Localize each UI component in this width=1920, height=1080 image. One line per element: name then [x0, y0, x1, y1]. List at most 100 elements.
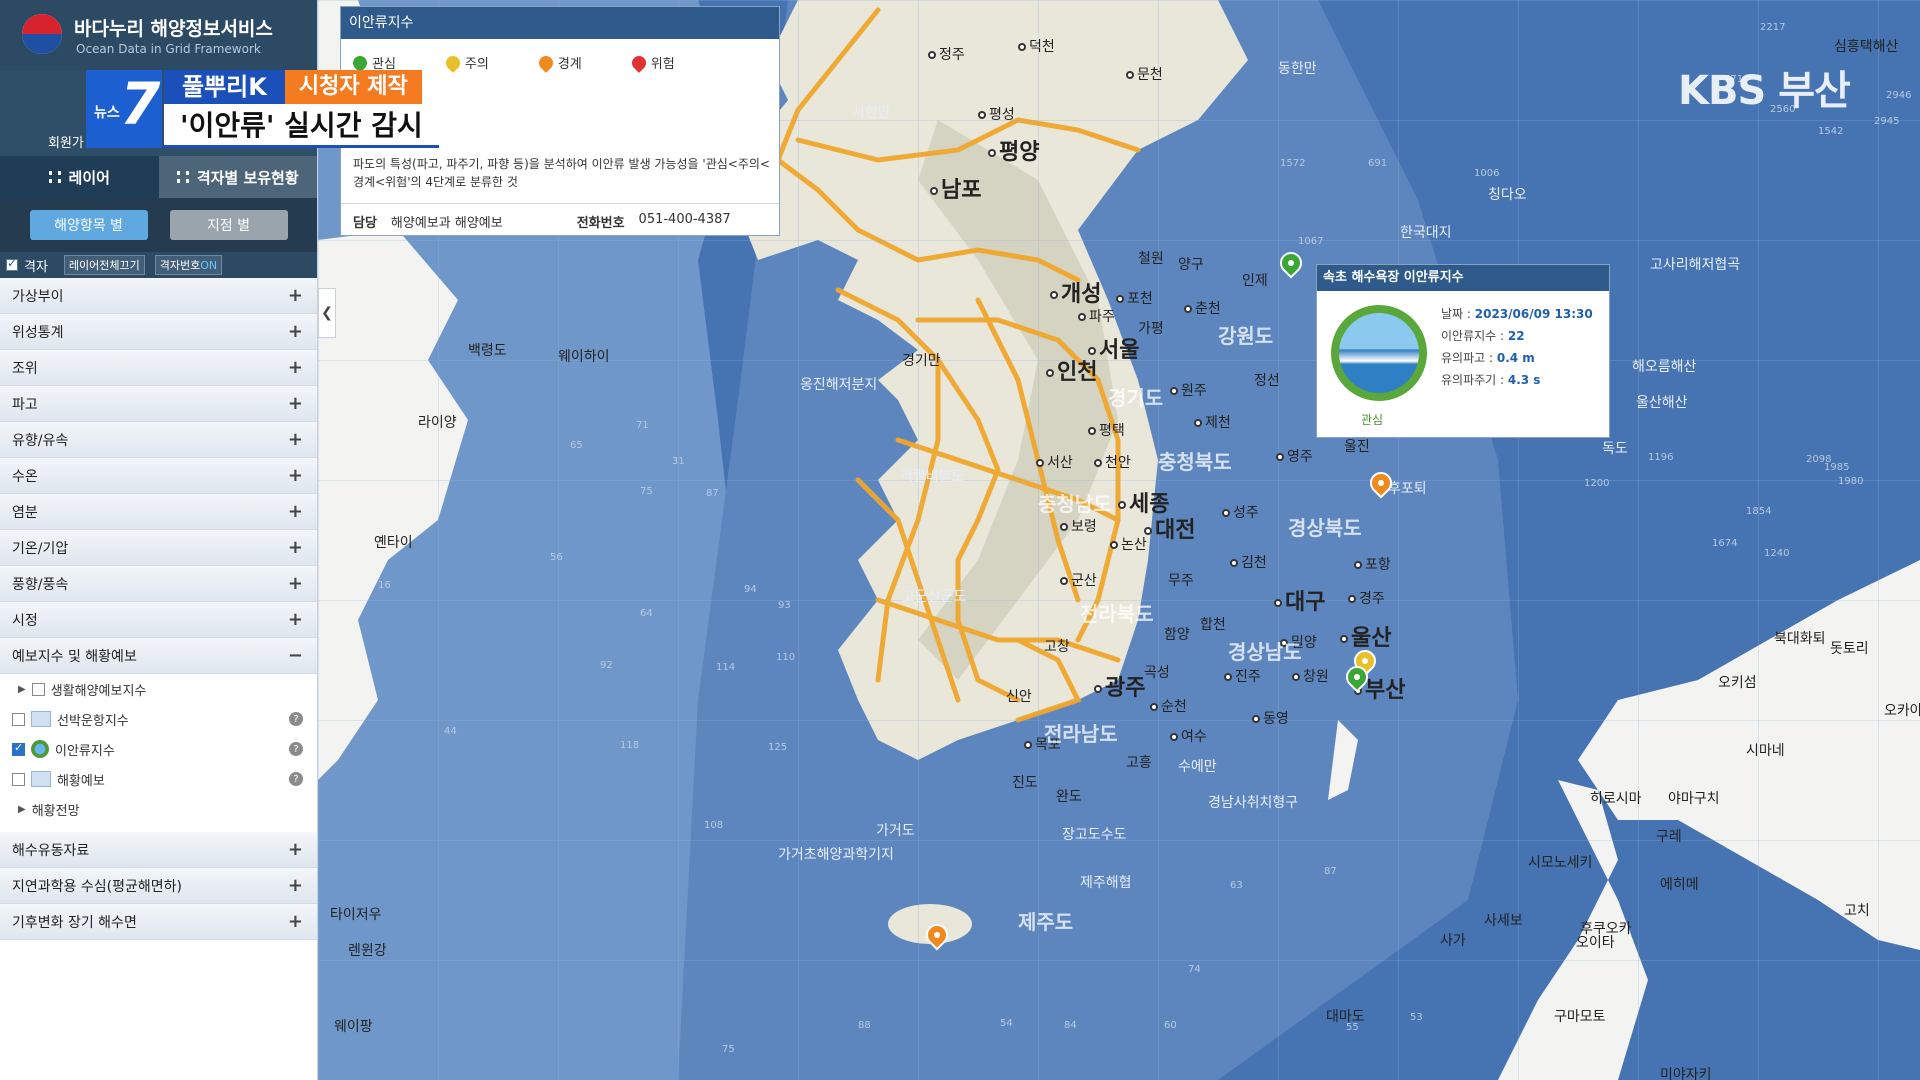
map-place-name: 시마네: [1746, 743, 1785, 759]
popup-date-label: 날짜 :: [1441, 307, 1475, 321]
map-place-label: 철원: [1138, 248, 1164, 268]
forecast-layer-item[interactable]: ▶ 해황전망: [0, 794, 317, 824]
layer-category[interactable]: 시정 +: [0, 602, 317, 638]
layer-category[interactable]: 풍향/풍속 +: [0, 566, 317, 602]
layer-category-label: 지연과학용 수심(평균해면하): [12, 878, 182, 895]
map-place-label: 고치: [1844, 900, 1870, 920]
map-place-label: 남포: [930, 172, 981, 204]
collapse-sidebar-button[interactable]: ❮: [318, 288, 336, 338]
map-place-name: 여수: [1181, 729, 1207, 745]
help-icon[interactable]: ?: [289, 712, 303, 726]
layer-checkbox[interactable]: [12, 712, 25, 726]
layer-thumbnail-icon: [31, 740, 49, 758]
collapse-icon[interactable]: −: [288, 645, 303, 666]
expand-icon[interactable]: +: [288, 285, 303, 306]
by-station-button[interactable]: 지점 별: [169, 210, 288, 240]
layer-category[interactable]: 가상부이 +: [0, 278, 317, 314]
layer-category[interactable]: 염분 +: [0, 494, 317, 530]
popup-date: 2023/06/09 13:30: [1474, 307, 1593, 321]
map-place-label: 충청북도: [1158, 446, 1232, 475]
layer-category-label: 파고: [12, 396, 38, 413]
expand-icon[interactable]: +: [288, 839, 303, 860]
layer-category[interactable]: 기후변화 장기 해수면 +: [0, 904, 317, 940]
rip-current-marker-sokcho[interactable]: [1275, 247, 1307, 282]
map-place-label: 야마구치: [1668, 788, 1720, 808]
help-icon[interactable]: ?: [289, 772, 303, 786]
forecast-layer-item[interactable]: 해황예보?: [0, 764, 317, 794]
map-place-label: 진주: [1224, 666, 1261, 686]
layer-category[interactable]: 예보지수 및 해황예보 −: [0, 638, 317, 674]
grid-number-toggle[interactable]: 격자번호ON: [154, 255, 223, 275]
map-place-name: 보령: [1071, 519, 1097, 535]
city-dot-icon: [1024, 741, 1032, 749]
map-place-name: 동영: [1263, 711, 1289, 727]
layer-category[interactable]: 해수유동자료 +: [0, 832, 317, 868]
tab-layer-label: 레이어: [68, 168, 110, 187]
map-place-name: 렌윈강: [348, 943, 387, 959]
layer-category[interactable]: 위성통계 +: [0, 314, 317, 350]
map-place-name: 문천: [1137, 67, 1163, 83]
layer-category[interactable]: 수온 +: [0, 458, 317, 494]
map-place-label: 고흥: [1126, 752, 1152, 772]
forecast-layer-item[interactable]: 이안류지수?: [0, 734, 317, 764]
expand-icon[interactable]: +: [288, 357, 303, 378]
map-place-name: 웨이팡: [334, 1019, 373, 1035]
layer-category[interactable]: 조위 +: [0, 350, 317, 386]
layer-checkbox[interactable]: [12, 741, 25, 756]
forecast-layer-item[interactable]: 선박운항지수?: [0, 704, 317, 734]
expand-triangle-icon[interactable]: ▶: [18, 804, 26, 815]
all-layers-off-button[interactable]: 레이어전체끄기: [63, 255, 145, 275]
rip-current-marker-busan-b[interactable]: [1341, 661, 1373, 696]
map-place-name: 장고도수도: [1062, 827, 1127, 843]
map-place-label: 렌윈강: [348, 940, 387, 960]
expand-icon[interactable]: +: [288, 911, 303, 932]
popup-period: 4.3 s: [1507, 373, 1541, 387]
map-place-label: 해오름해산: [1632, 356, 1696, 376]
layer-checkbox[interactable]: [12, 772, 25, 786]
map-place-name: 미야자키: [1660, 1067, 1712, 1080]
city-dot-icon: [1060, 523, 1068, 531]
help-icon[interactable]: ?: [289, 742, 303, 756]
expand-icon[interactable]: +: [288, 393, 303, 414]
by-ocean-item-button[interactable]: 해양항목 별: [29, 210, 148, 240]
map-place-label: 경상북도: [1288, 512, 1362, 541]
tab-layer[interactable]: 레이어: [0, 156, 159, 198]
layer-category[interactable]: 기온/기압 +: [0, 530, 317, 566]
layer-checkbox[interactable]: [31, 682, 45, 696]
city-dot-icon: [978, 111, 986, 119]
map-place-name: 울산해산: [1636, 395, 1688, 411]
expand-icon[interactable]: +: [288, 321, 303, 342]
expand-icon[interactable]: +: [288, 875, 303, 896]
map-place-name: 대전: [1155, 518, 1196, 543]
forecast-layer-label: 해황예보: [57, 773, 105, 789]
map-place-label: 시모노세키: [1528, 852, 1592, 872]
forecast-layer-item[interactable]: ▶ 생활해양예보지수: [0, 674, 317, 704]
member-link[interactable]: 회원가: [48, 132, 84, 151]
map-place-name: 개성: [1061, 282, 1102, 307]
layer-category[interactable]: 유향/유속 +: [0, 422, 317, 458]
expand-icon[interactable]: +: [288, 465, 303, 486]
expand-icon[interactable]: +: [288, 609, 303, 630]
rip-current-marker-jeju[interactable]: [921, 919, 953, 954]
layer-category[interactable]: 지연과학용 수심(평균해면하) +: [0, 868, 317, 904]
rip-current-marker-hupo[interactable]: [1365, 467, 1397, 502]
city-dot-icon: [1116, 295, 1124, 303]
map-place-label: 정주: [928, 44, 965, 64]
expand-icon[interactable]: +: [288, 573, 303, 594]
expand-icon[interactable]: +: [288, 501, 303, 522]
map-place-label: 김천: [1230, 552, 1267, 572]
tab-grid-status[interactable]: 격자별 보유현황: [158, 156, 317, 198]
expand-icon[interactable]: +: [288, 429, 303, 450]
city-dot-icon: [1094, 459, 1102, 467]
city-dot-icon: [1094, 685, 1102, 693]
map-place-label: 오키섬: [1718, 672, 1757, 692]
expand-icon[interactable]: +: [288, 537, 303, 558]
map-place-label: 평성: [978, 104, 1015, 124]
expand-triangle-icon[interactable]: ▶: [18, 684, 26, 695]
map-place-name: 히로시마: [1590, 791, 1642, 807]
map-place-name: 평성: [989, 107, 1015, 123]
map-place-name: 순천: [1161, 699, 1187, 715]
layer-category[interactable]: 파고 +: [0, 386, 317, 422]
grid-checkbox[interactable]: [6, 256, 18, 271]
city-dot-icon: [1050, 291, 1058, 299]
